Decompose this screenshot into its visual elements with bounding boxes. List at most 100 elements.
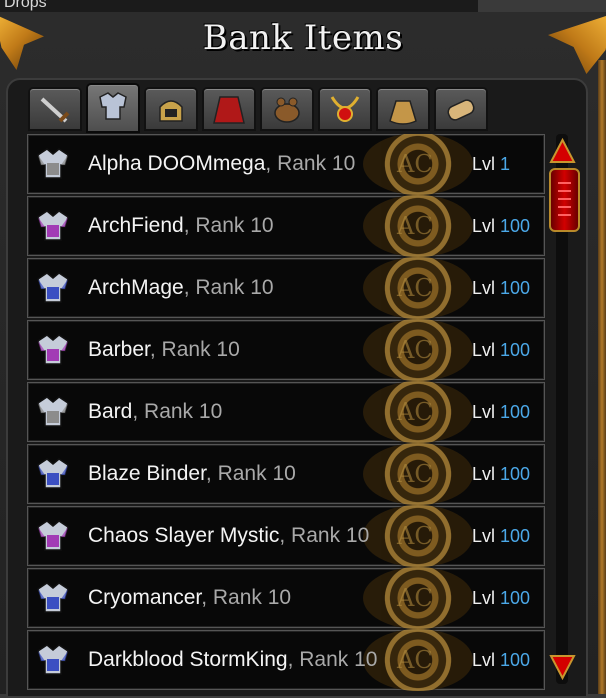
- emblem-text: AC: [397, 274, 433, 302]
- window-title: Bank Items: [202, 18, 404, 58]
- emblem-text: AC: [397, 212, 433, 240]
- cape-icon: [213, 96, 245, 124]
- level-value: 100: [500, 216, 531, 236]
- drops-bar-title: Drops: [4, 0, 47, 11]
- item-level: Lvl 100: [472, 650, 530, 671]
- item-rank: , Rank 10: [205, 462, 296, 485]
- ac-emblem: AC: [363, 134, 473, 195]
- item-rank: , Rank 10: [287, 648, 378, 671]
- tab-sword[interactable]: [28, 87, 82, 131]
- armor-icon: [99, 92, 127, 120]
- item-level: Lvl 100: [472, 216, 530, 237]
- scrollbar-thumb[interactable]: [549, 168, 580, 232]
- item-title: Barber: [88, 338, 150, 361]
- level-label: Lvl: [472, 340, 496, 360]
- armor-icon: [37, 334, 69, 365]
- item-title: Cryomancer: [88, 586, 202, 609]
- level-value: 100: [500, 464, 531, 484]
- scroll-icon: [447, 99, 475, 121]
- sword-icon: [40, 97, 70, 123]
- frame-edge: [598, 60, 606, 694]
- armor-icon: [37, 272, 69, 303]
- ac-emblem: AC: [363, 505, 473, 567]
- scroll-up-arrow-icon[interactable]: [549, 138, 576, 166]
- level-label: Lvl: [472, 216, 496, 236]
- item-name: ArchMage, Rank 10: [88, 276, 274, 300]
- tab-helm[interactable]: [144, 87, 198, 131]
- item-rank: , Rank 10: [201, 586, 292, 609]
- ac-emblem: AC: [363, 319, 473, 381]
- level-value: 1: [500, 154, 511, 174]
- tab-pet[interactable]: [260, 87, 314, 131]
- bank-item-list: AC Alpha DOOMmega, Rank 10 Lvl 1 AC ArchFien…: [27, 134, 545, 694]
- armor-icon: [37, 148, 69, 179]
- armor-icon: [37, 210, 69, 241]
- ac-emblem: AC: [363, 195, 473, 257]
- level-value: 100: [500, 402, 531, 422]
- ac-emblem: AC: [363, 443, 473, 505]
- emblem-text: AC: [397, 584, 433, 612]
- item-level: Lvl 100: [472, 464, 530, 485]
- ac-emblem: AC: [363, 257, 473, 319]
- item-rank: , Rank 10: [183, 214, 274, 237]
- necklace-icon: [330, 96, 360, 122]
- level-label: Lvl: [472, 526, 496, 546]
- emblem-text: AC: [397, 336, 433, 364]
- tab-necklace[interactable]: [318, 87, 372, 131]
- level-label: Lvl: [472, 154, 496, 174]
- item-rank: , Rank 10: [265, 152, 356, 175]
- armor-icon: [37, 458, 69, 489]
- bank-item-row[interactable]: AC Cryomancer, Rank 10 Lvl 100: [27, 567, 545, 629]
- item-rank: , Rank 10: [132, 400, 223, 423]
- tab-cape[interactable]: [202, 87, 256, 131]
- bag-icon: [389, 100, 417, 125]
- bank-item-row[interactable]: AC Barber, Rank 10 Lvl 100: [27, 319, 545, 381]
- item-rank: , Rank 10: [149, 338, 240, 361]
- level-label: Lvl: [472, 650, 496, 670]
- emblem-text: AC: [397, 150, 433, 178]
- item-name: Alpha DOOMmega, Rank 10: [88, 152, 355, 176]
- item-level: Lvl 100: [472, 402, 530, 423]
- bank-item-row[interactable]: AC Darkblood StormKing, Rank 10 Lvl 100: [27, 629, 545, 691]
- item-title: Bard: [88, 400, 133, 423]
- item-title: Chaos Slayer Mystic: [88, 524, 280, 547]
- armor-icon: [37, 396, 69, 427]
- ac-emblem: AC: [363, 567, 473, 629]
- helm-icon: [159, 100, 183, 122]
- pet-icon: [274, 97, 300, 123]
- bank-item-row[interactable]: AC Blaze Binder, Rank 10 Lvl 100: [27, 443, 545, 505]
- level-label: Lvl: [472, 402, 496, 422]
- emblem-text: AC: [397, 522, 433, 550]
- item-level: Lvl 100: [472, 526, 530, 547]
- emblem-text: AC: [397, 398, 433, 426]
- level-value: 100: [500, 650, 531, 670]
- armor-icon: [37, 520, 69, 551]
- tab-bag[interactable]: [376, 87, 430, 131]
- emblem-text: AC: [397, 460, 433, 488]
- tab-armor[interactable]: [86, 83, 140, 133]
- item-title: ArchMage: [88, 276, 184, 299]
- armor-icon: [37, 582, 69, 613]
- item-rank: , Rank 10: [183, 276, 274, 299]
- level-value: 100: [500, 340, 531, 360]
- ac-emblem: AC: [363, 381, 473, 443]
- item-title: Darkblood StormKing: [88, 648, 288, 671]
- scroll-down-arrow-icon[interactable]: [549, 652, 576, 680]
- bank-item-row[interactable]: AC ArchFiend, Rank 10 Lvl 100: [27, 195, 545, 257]
- emblem-text: AC: [397, 646, 433, 674]
- item-level: Lvl 100: [472, 278, 530, 299]
- item-level: Lvl 100: [472, 588, 530, 609]
- item-name: Darkblood StormKing, Rank 10: [88, 648, 377, 672]
- armor-icon: [37, 644, 69, 675]
- bank-item-row[interactable]: AC Alpha DOOMmega, Rank 10 Lvl 1: [27, 134, 545, 195]
- item-level: Lvl 100: [472, 340, 530, 361]
- level-label: Lvl: [472, 464, 496, 484]
- item-rank: , Rank 10: [279, 524, 370, 547]
- level-value: 100: [500, 278, 531, 298]
- bank-item-row[interactable]: AC Bard, Rank 10 Lvl 100: [27, 381, 545, 443]
- bank-item-row[interactable]: AC Chaos Slayer Mystic, Rank 10 Lvl 100: [27, 505, 545, 567]
- tab-scroll[interactable]: [434, 87, 488, 131]
- item-title: Blaze Binder: [88, 462, 206, 485]
- bank-item-row[interactable]: AC ArchMage, Rank 10 Lvl 100: [27, 257, 545, 319]
- level-label: Lvl: [472, 588, 496, 608]
